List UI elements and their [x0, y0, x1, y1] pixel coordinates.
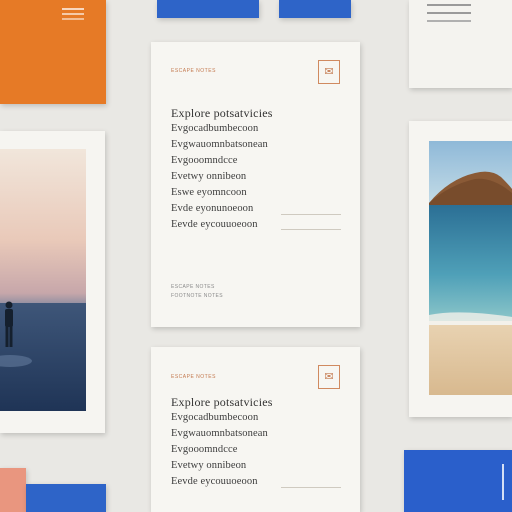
card-tag: ESCAPE NOTES — [171, 68, 216, 74]
card-line: Evgooomndcce — [171, 155, 238, 166]
itinerary-card-bottom: ESCAPE NOTES ✉ Explore potsatvicies Evgo… — [151, 347, 360, 512]
blue-card-top-right — [279, 0, 351, 18]
card-line: Evgocadbumbecoon — [171, 412, 259, 423]
divider — [281, 487, 341, 488]
photo-card-sunset — [0, 131, 105, 433]
stamp-icon: ✉ — [318, 60, 340, 84]
card-title: Explore potsatvicies — [171, 106, 273, 120]
card-line: Evgwauomnbatsonean — [171, 428, 268, 439]
card-line: Evgocadbumbecoon — [171, 123, 259, 134]
stamp-icon: ✉ — [318, 365, 340, 389]
orange-card — [0, 0, 106, 104]
blue-card-bottom-right — [404, 450, 512, 512]
card-line: Evgooomndcce — [171, 444, 238, 455]
pink-card — [0, 468, 26, 512]
card-footer: FOOTNOTE NOTES — [171, 293, 223, 299]
card-tag: ESCAPE NOTES — [171, 374, 216, 380]
card-line: Evetwy onnibeon — [171, 171, 247, 182]
blue-card-bottom-left — [26, 484, 106, 512]
card-line: Eevde eycouuoeoon — [171, 476, 258, 487]
card-line: Eswe eyomncoon — [171, 187, 247, 198]
beach-photo — [429, 141, 512, 395]
photo-card-beach — [409, 121, 512, 417]
sunset-photo — [0, 149, 86, 411]
card-line: Evgwauomnbatsonean — [171, 139, 268, 150]
card-line: Eevde eycouuoeoon — [171, 219, 258, 230]
divider — [281, 229, 341, 230]
card-footer: ESCAPE NOTES — [171, 284, 215, 290]
white-card-top-right — [409, 0, 512, 88]
blue-card-top-left — [157, 0, 259, 18]
itinerary-card-top: ESCAPE NOTES ✉ Explore potsatvicies Evgo… — [151, 42, 360, 327]
divider — [281, 214, 341, 215]
card-title: Explore potsatvicies — [171, 395, 273, 409]
card-line: Evetwy onnibeon — [171, 460, 247, 471]
card-line: Evde eyonunoeoon — [171, 203, 254, 214]
